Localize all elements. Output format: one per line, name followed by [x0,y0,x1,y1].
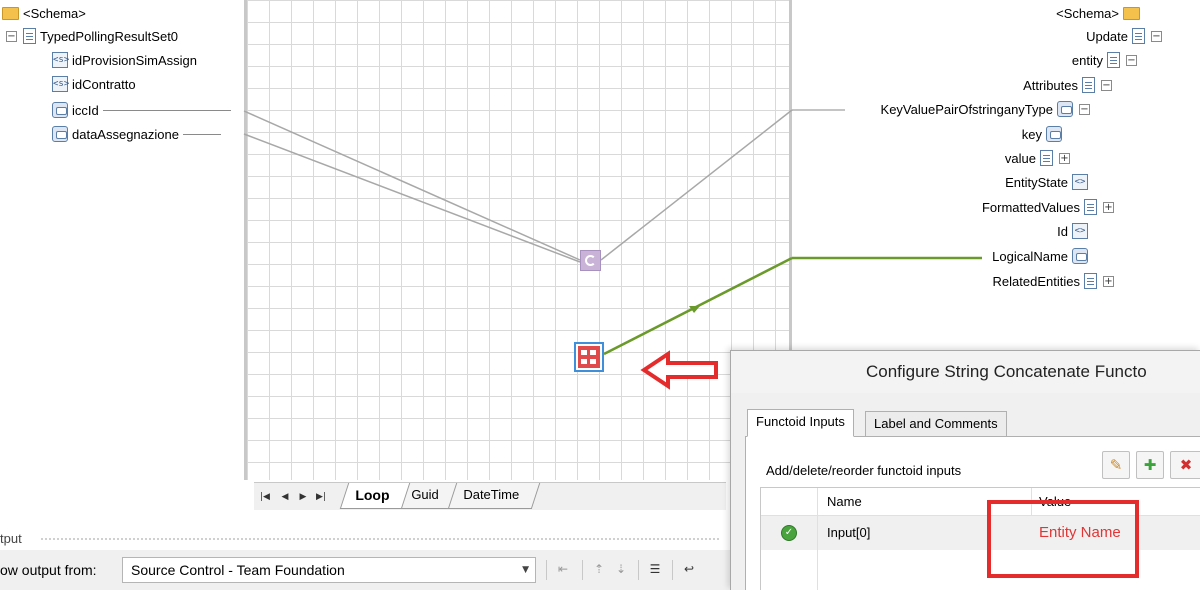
record-icon [1082,77,1095,93]
source-schema-root[interactable]: <Schema> [2,2,86,24]
map-page-tabs: |◀ ◀ ▶ ▶| Loop Guid DateTime [254,482,726,510]
expand-icon[interactable]: + [1103,275,1114,287]
link-stub [182,133,221,135]
go-to-previous-icon[interactable]: ⇡ [590,562,608,578]
source-field-idprovisionsimassign[interactable]: <s> idProvisionSimAssign [52,49,197,71]
toolbar-separator [638,560,639,580]
folder-icon [2,6,19,20]
destination-node-key[interactable]: key [1022,123,1068,145]
source-field-iccid[interactable]: iccId [52,99,231,121]
next-page-icon[interactable]: ▶ [296,489,310,505]
expand-icon[interactable]: + [1103,201,1114,213]
word-wrap-icon[interactable]: ↩ [680,562,698,578]
record-icon [1040,150,1053,166]
tab-datetime[interactable]: DateTime [447,483,541,509]
loop-icon [585,255,596,266]
toolbar-separator [546,560,547,580]
field-attribute-icon [1046,126,1062,142]
record-icon [1132,28,1145,44]
record-icon [23,28,36,44]
destination-node-value[interactable]: value + [1005,147,1070,169]
inputs-caption: Add/delete/reorder functoid inputs [766,463,962,478]
first-page-icon[interactable]: |◀ [258,489,272,505]
delete-input-button[interactable]: ✖ [1170,451,1200,479]
destination-node-update[interactable]: Update − [1086,25,1162,47]
record-icon [1057,101,1073,117]
field-attribute-icon [1072,248,1088,264]
go-to-next-icon[interactable]: ⇣ [612,562,630,578]
link-stub [102,109,231,111]
toolbar-separator [582,560,583,580]
dialog-title: Configure String Concatenate Functo [866,362,1147,381]
source-field-dataassegnazione[interactable]: dataAssegnazione [52,123,221,145]
destination-node-keyvaluepair[interactable]: KeyValuePairOfstringanyType − [881,98,1090,120]
annotation-highlight-box [987,500,1139,578]
field-attribute-icon [52,126,68,142]
toolbar-separator [672,560,673,580]
source-schema-tree: <Schema> − TypedPollingResultSet0 <s> id… [0,0,244,480]
destination-node-attributes[interactable]: Attributes − [1023,74,1112,96]
source-record-typedpollingresultset[interactable]: − TypedPollingResultSet0 [6,25,178,47]
collapse-icon[interactable]: − [1079,103,1090,115]
collapse-icon[interactable]: − [1151,30,1162,42]
destination-node-id[interactable]: Id <> [1057,220,1094,242]
add-input-button[interactable]: ✚ [1136,451,1164,479]
expand-icon[interactable]: + [1059,152,1070,164]
folder-icon [1123,6,1140,20]
previous-page-icon[interactable]: ◀ [278,489,292,505]
tab-functoid-inputs[interactable]: Functoid Inputs [747,409,854,437]
mapper-grid[interactable] [244,0,792,480]
tab-loop[interactable]: Loop [339,483,411,509]
input-name: Input[0] [827,525,871,540]
output-window-header: tput [0,528,730,548]
destination-node-logicalname[interactable]: LogicalName [992,245,1094,267]
source-field-idcontratto[interactable]: <s> idContratto [52,73,136,95]
concatenate-icon [578,346,600,368]
dialog-titlebar[interactable]: Configure String Concatenate Functo [731,351,1200,393]
field-element-icon: <> [1072,223,1088,239]
check-icon: ✓ [781,525,797,541]
record-icon [1084,273,1097,289]
destination-node-relatedentities[interactable]: RelatedEntities + [993,270,1114,292]
record-icon [1107,52,1120,68]
annotation-arrow-icon [640,350,718,390]
field-attribute-icon [52,102,68,118]
last-page-icon[interactable]: ▶| [314,489,328,505]
destination-node-entity[interactable]: entity − [1072,49,1137,71]
show-output-from-label: ow output from: [0,562,97,578]
destination-schema-root[interactable]: <Schema> [1056,2,1140,24]
collapse-icon[interactable]: − [1101,79,1112,91]
window-grip[interactable] [40,537,720,541]
looping-functoid[interactable] [580,250,601,271]
chevron-down-icon: ▼ [522,565,529,575]
column-header-name[interactable]: Name [827,494,862,509]
destination-node-entitystate[interactable]: EntityState <> [1005,171,1094,193]
edit-input-button[interactable]: ✎ [1102,451,1130,479]
clear-all-icon[interactable]: ☰ [646,562,664,578]
field-element-icon: <s> [52,76,69,92]
destination-node-formattedvalues[interactable]: FormattedValues + [982,196,1114,218]
collapse-icon[interactable]: − [6,30,17,42]
column-divider [817,488,818,590]
string-concatenate-functoid[interactable] [574,342,604,372]
field-element-icon: <s> [52,52,69,68]
collapse-icon[interactable]: − [1126,54,1137,66]
field-element-icon: <> [1072,174,1088,190]
destination-schema-tree: <Schema> Update − entity − Attributes − … [795,0,1200,300]
record-icon [1084,199,1097,215]
output-source-value: Source Control - Team Foundation [131,562,345,578]
output-window-title: tput [0,531,22,546]
output-source-select[interactable]: Source Control - Team Foundation ▼ [122,557,536,583]
find-previous-icon[interactable]: ⇤ [554,562,572,578]
tab-label-and-comments[interactable]: Label and Comments [865,411,1007,437]
output-toolbar: ow output from: Source Control - Team Fo… [0,550,730,590]
